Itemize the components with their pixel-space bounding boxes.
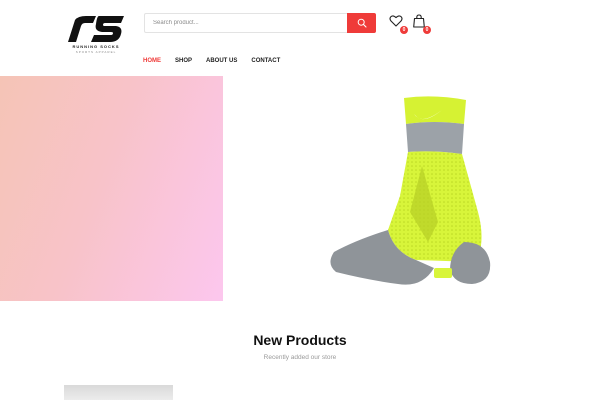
running-sock-image (330, 96, 491, 285)
product-card-image[interactable] (380, 394, 394, 400)
hero-banner (0, 76, 600, 302)
cart-count-badge: 0 (423, 26, 431, 34)
new-products-subtitle: Recently added our store (263, 354, 337, 361)
brand-logo[interactable]: RUNNING SOCKS SPORTS APPAREL (66, 14, 126, 60)
site-header: RUNNING SOCKS SPORTS APPAREL 0 0 HOME SH… (0, 0, 600, 76)
search-button[interactable] (347, 13, 376, 33)
main-navigation: HOME SHOP ABOUT US CONTACT (143, 58, 280, 68)
nav-item-home[interactable]: HOME (143, 58, 161, 68)
nav-item-contact[interactable]: CONTACT (251, 58, 280, 68)
hero-product-image[interactable] (326, 92, 498, 288)
rs-logo-mark (68, 16, 124, 42)
nav-item-shop[interactable]: SHOP (175, 58, 192, 68)
nav-item-about-us[interactable]: ABOUT US (206, 58, 237, 68)
hero-gradient-panel (0, 76, 223, 301)
logo-subtagline: SPORTS APPAREL (75, 50, 117, 54)
new-products-title: New Products (253, 332, 347, 348)
search-input[interactable] (144, 13, 348, 33)
search-icon (357, 18, 367, 28)
cart-button[interactable]: 0 (412, 14, 431, 34)
search-bar (144, 13, 376, 33)
product-card-image[interactable] (64, 385, 173, 400)
wishlist-count-badge: 0 (400, 26, 408, 34)
logo-tagline: RUNNING SOCKS (72, 44, 120, 49)
wishlist-button[interactable]: 0 (389, 14, 408, 34)
